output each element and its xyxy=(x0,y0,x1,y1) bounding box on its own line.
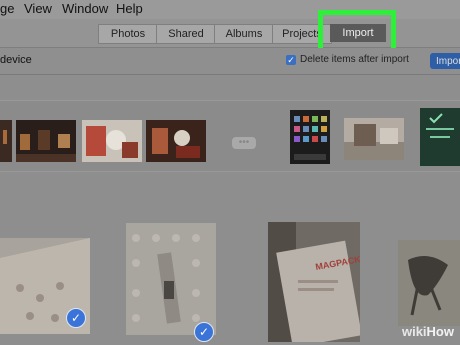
photo-4[interactable] xyxy=(398,240,460,326)
menu-item-edit[interactable]: ge xyxy=(0,1,14,16)
watermark: wikiHow xyxy=(402,324,454,339)
photo-1-check-icon[interactable]: ✓ xyxy=(66,308,86,328)
device-label: device xyxy=(0,54,32,66)
watermark-how: How xyxy=(426,324,454,339)
menu-item-view[interactable]: View xyxy=(24,1,52,16)
menu-item-help[interactable]: Help xyxy=(116,1,143,16)
tab-albums[interactable]: Albums xyxy=(214,24,274,44)
photo-3[interactable]: MAGPACK xyxy=(268,222,360,342)
tab-shared[interactable]: Shared xyxy=(156,24,216,44)
import-button[interactable]: Impor xyxy=(430,53,460,69)
photo-2-check-icon[interactable]: ✓ xyxy=(194,322,214,342)
thumbnail-1[interactable] xyxy=(0,120,12,162)
delete-after-import-label: Delete items after import xyxy=(300,54,409,65)
thumbnail-2[interactable] xyxy=(16,120,76,162)
tab-photos[interactable]: Photos xyxy=(98,24,158,44)
thumbnail-5[interactable] xyxy=(344,118,404,160)
thumbnail-3[interactable] xyxy=(82,120,142,162)
import-subbar: device ✓ Delete items after import Impor xyxy=(0,48,460,75)
photo-2[interactable] xyxy=(126,223,216,335)
watermark-wiki: wiki xyxy=(401,324,427,339)
thumbnail-6[interactable] xyxy=(420,108,460,166)
menu-item-window[interactable]: Window xyxy=(62,1,108,16)
more-thumbnails-indicator[interactable]: ••• xyxy=(232,137,256,149)
thumbnail-4[interactable] xyxy=(146,120,206,162)
thumbnail-phone-screen[interactable] xyxy=(290,110,330,164)
delete-after-import-checkbox[interactable]: ✓ xyxy=(286,55,296,65)
